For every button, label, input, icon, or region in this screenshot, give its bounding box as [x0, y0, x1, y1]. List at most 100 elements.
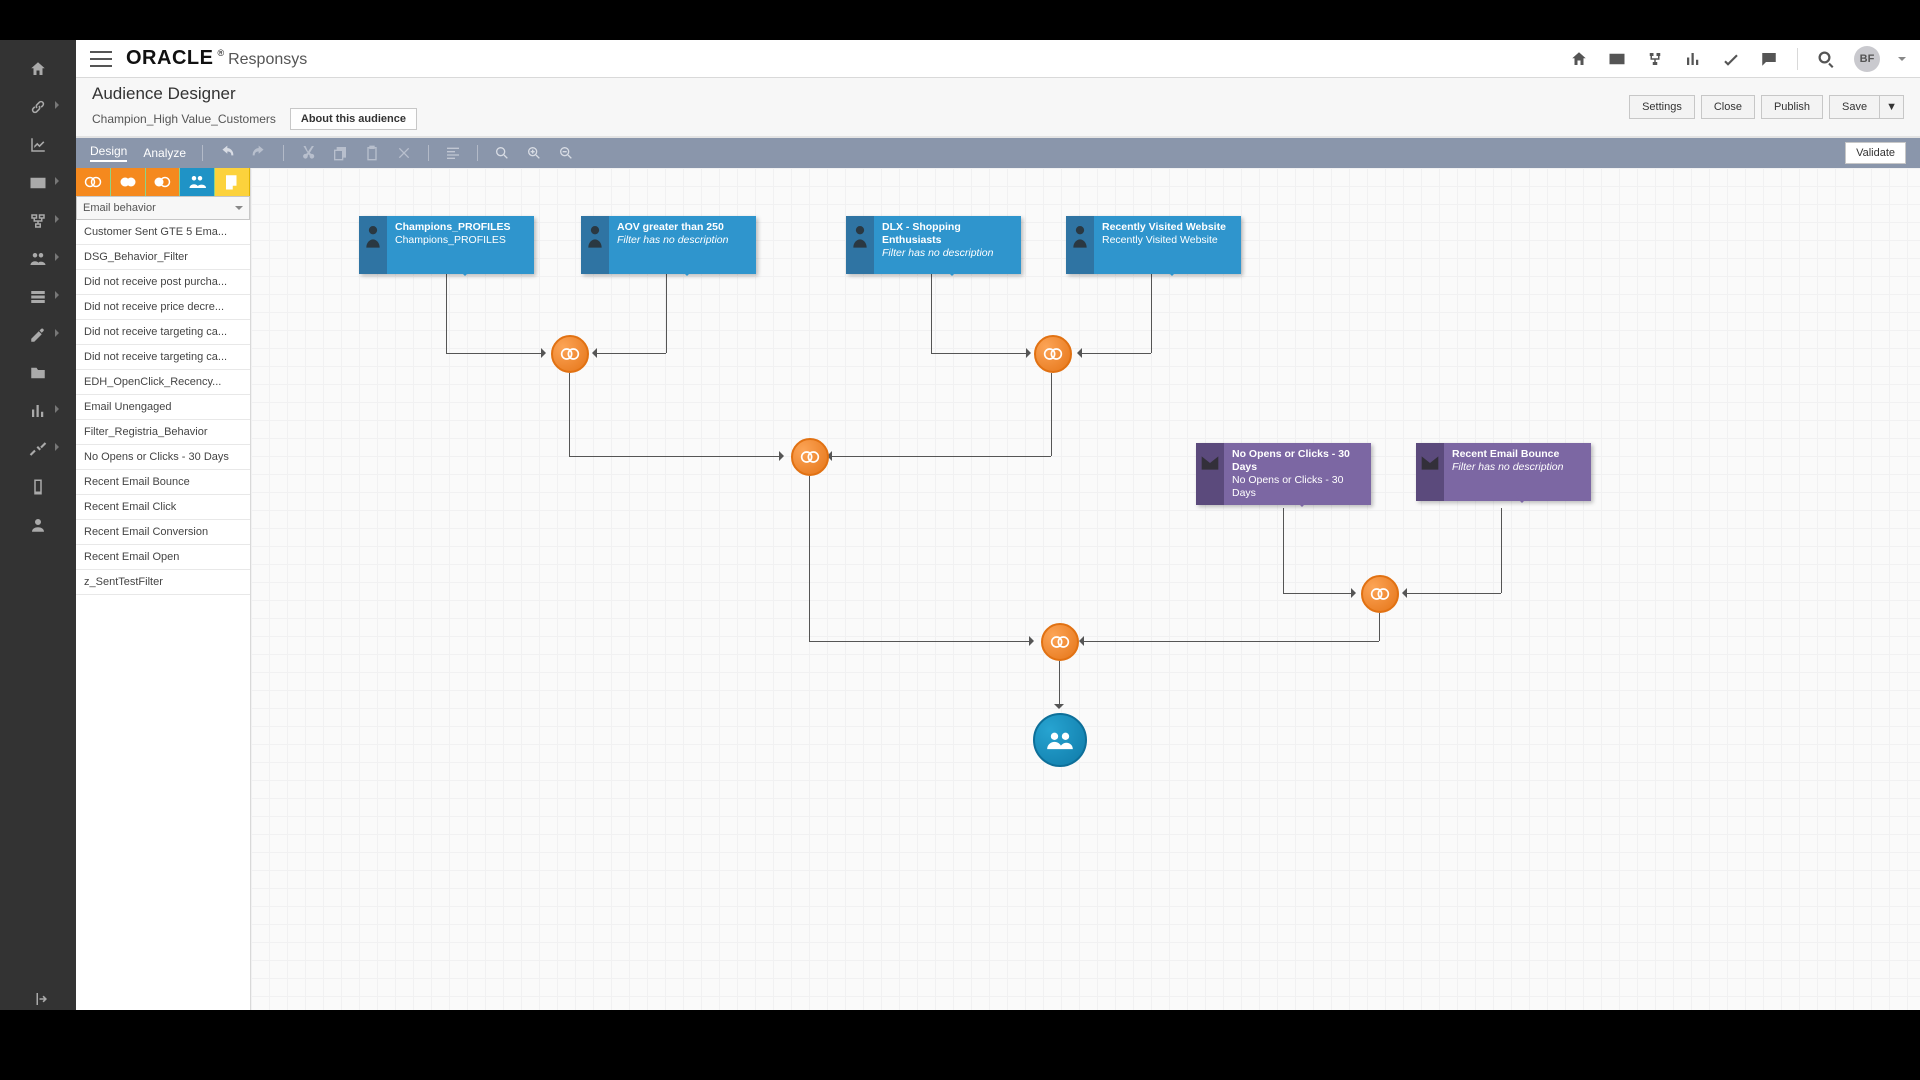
- toolbar: Design Analyze Validate: [76, 138, 1920, 168]
- top-check-icon[interactable]: [1721, 49, 1741, 69]
- menu-hamburger-icon[interactable]: [90, 51, 112, 67]
- filter-card-dlx[interactable]: DLX - Shopping EnthusiastsFilter has no …: [846, 216, 1021, 274]
- bar-chart-icon[interactable]: [27, 400, 49, 422]
- filter-list-item[interactable]: Recent Email Click: [76, 495, 250, 520]
- zoom-in-icon[interactable]: [526, 145, 542, 161]
- operator-node-5[interactable]: [1041, 623, 1079, 661]
- tools-icon[interactable]: [27, 438, 49, 460]
- flow-icon[interactable]: [27, 210, 49, 232]
- audience-output-node[interactable]: [1033, 713, 1087, 767]
- design-canvas[interactable]: Champions_PROFILESChampions_PROFILES AOV…: [251, 168, 1920, 1010]
- user-icon[interactable]: [27, 514, 49, 536]
- operator-node-1[interactable]: [551, 335, 589, 373]
- filter-list-item[interactable]: Recent Email Open: [76, 545, 250, 570]
- save-dropdown-button[interactable]: ▼: [1880, 95, 1904, 119]
- filter-category-dropdown[interactable]: Email behavior: [76, 196, 250, 220]
- audience-name: Champion_High Value_Customers: [92, 112, 276, 126]
- filter-list-item[interactable]: Recent Email Bounce: [76, 470, 250, 495]
- top-analytics-icon[interactable]: [1683, 49, 1703, 69]
- card-title: Champions_PROFILES: [395, 221, 526, 234]
- filter-card-bounce[interactable]: Recent Email BounceFilter has no descrip…: [1416, 443, 1591, 501]
- align-icon[interactable]: [445, 145, 461, 161]
- brand: ORACLE® Responsys: [126, 47, 307, 70]
- profile-icon: [585, 222, 605, 250]
- audience-icon[interactable]: [27, 248, 49, 270]
- card-title: Recent Email Bounce: [1452, 448, 1583, 461]
- card-subtitle: Champions_PROFILES: [395, 234, 526, 247]
- filter-list-item[interactable]: Did not receive targeting ca...: [76, 345, 250, 370]
- profile-icon: [363, 222, 383, 250]
- mobile-icon[interactable]: [27, 476, 49, 498]
- card-subtitle: Recently Visited Website: [1102, 234, 1233, 247]
- filter-list-item[interactable]: z_SentTestFilter: [76, 570, 250, 595]
- card-title: DLX - Shopping Enthusiasts: [882, 221, 1013, 247]
- table-icon[interactable]: [27, 286, 49, 308]
- settings-button[interactable]: Settings: [1629, 95, 1695, 119]
- brand-product: Responsys: [228, 51, 307, 69]
- chart-icon[interactable]: [27, 134, 49, 156]
- operator-node-4[interactable]: [1361, 575, 1399, 613]
- filter-list-item[interactable]: Filter_Registria_Behavior: [76, 420, 250, 445]
- top-home-icon[interactable]: [1569, 49, 1589, 69]
- card-subtitle: Filter has no description: [1452, 461, 1583, 474]
- filter-list-item[interactable]: Did not receive targeting ca...: [76, 320, 250, 345]
- save-button[interactable]: Save: [1829, 95, 1880, 119]
- about-audience-button[interactable]: About this audience: [290, 108, 417, 130]
- card-subtitle: Filter has no description: [882, 247, 1013, 260]
- filter-card-champions[interactable]: Champions_PROFILESChampions_PROFILES: [359, 216, 534, 274]
- filter-list-item[interactable]: Did not receive post purcha...: [76, 270, 250, 295]
- search-icon[interactable]: [1816, 49, 1836, 69]
- close-button[interactable]: Close: [1701, 95, 1755, 119]
- palette-intersect-icon[interactable]: [76, 168, 111, 196]
- palette-note-icon[interactable]: [215, 168, 250, 196]
- envelope-icon: [1200, 449, 1220, 477]
- left-nav-rail: [0, 40, 76, 1010]
- filter-list-item[interactable]: Recent Email Conversion: [76, 520, 250, 545]
- publish-button[interactable]: Publish: [1761, 95, 1823, 119]
- link-icon[interactable]: [27, 96, 49, 118]
- home-icon[interactable]: [27, 58, 49, 80]
- redo-icon[interactable]: [251, 145, 267, 161]
- cut-icon[interactable]: [300, 145, 316, 161]
- zoom-fit-icon[interactable]: [494, 145, 510, 161]
- user-menu-caret-icon[interactable]: [1898, 57, 1906, 65]
- brand-name: ORACLE: [126, 47, 213, 70]
- palette-exclude-icon[interactable]: [146, 168, 181, 196]
- paste-icon[interactable]: [364, 145, 380, 161]
- zoom-out-icon[interactable]: [558, 145, 574, 161]
- folder-icon[interactable]: [27, 362, 49, 384]
- card-title: AOV greater than 250: [617, 221, 748, 234]
- filter-list-item[interactable]: Customer Sent GTE 5 Ema...: [76, 220, 250, 245]
- palette-audience-icon[interactable]: [180, 168, 215, 196]
- delete-icon[interactable]: [396, 145, 412, 161]
- card-title: No Opens or Clicks - 30 Days: [1232, 448, 1363, 474]
- filter-card-aov[interactable]: AOV greater than 250Filter has no descri…: [581, 216, 756, 274]
- undo-icon[interactable]: [219, 145, 235, 161]
- filter-list-item[interactable]: DSG_Behavior_Filter: [76, 245, 250, 270]
- top-flow-icon[interactable]: [1645, 49, 1665, 69]
- palette-union-icon[interactable]: [111, 168, 146, 196]
- design-tab[interactable]: Design: [90, 144, 127, 162]
- top-mail-icon[interactable]: [1607, 49, 1627, 69]
- analyze-tab[interactable]: Analyze: [143, 146, 186, 160]
- mail-icon[interactable]: [27, 172, 49, 194]
- edit-icon[interactable]: [27, 324, 49, 346]
- top-chat-icon[interactable]: [1759, 49, 1779, 69]
- filter-card-noopens[interactable]: No Opens or Clicks - 30 DaysNo Opens or …: [1196, 443, 1371, 505]
- operator-node-2[interactable]: [1034, 335, 1072, 373]
- card-subtitle: No Opens or Clicks - 30 Days: [1232, 474, 1363, 500]
- filter-list: Customer Sent GTE 5 Ema...DSG_Behavior_F…: [76, 220, 250, 1010]
- card-title: Recently Visited Website: [1102, 221, 1233, 234]
- filter-list-item[interactable]: Did not receive price decre...: [76, 295, 250, 320]
- filter-palette: Email behavior Customer Sent GTE 5 Ema..…: [76, 168, 251, 1010]
- copy-icon[interactable]: [332, 145, 348, 161]
- filter-list-item[interactable]: Email Unengaged: [76, 395, 250, 420]
- filter-card-visited[interactable]: Recently Visited WebsiteRecently Visited…: [1066, 216, 1241, 274]
- filter-category-label: Email behavior: [83, 202, 156, 214]
- logout-icon[interactable]: [27, 988, 49, 1010]
- operator-node-3[interactable]: [791, 438, 829, 476]
- validate-button[interactable]: Validate: [1845, 142, 1906, 164]
- filter-list-item[interactable]: No Opens or Clicks - 30 Days: [76, 445, 250, 470]
- user-avatar[interactable]: BF: [1854, 46, 1880, 72]
- filter-list-item[interactable]: EDH_OpenClick_Recency...: [76, 370, 250, 395]
